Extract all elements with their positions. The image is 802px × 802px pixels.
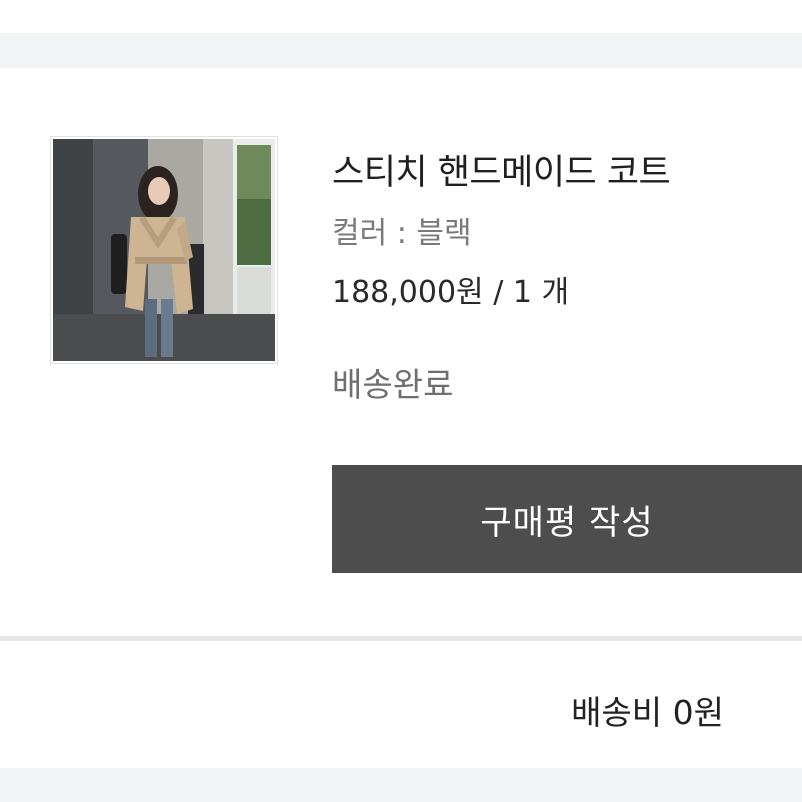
product-price-quantity: 188,000원 / 1 개 — [332, 275, 570, 310]
top-strip — [0, 0, 802, 33]
order-status: 배송완료 — [332, 365, 454, 404]
product-photo — [53, 139, 275, 361]
shipping-fee-label: 배송비 0원 — [571, 693, 724, 732]
product-title[interactable]: 스티치 핸드메이드 코트 — [332, 144, 671, 195]
product-option: 컬러 : 블랙 — [332, 216, 472, 251]
product-thumbnail[interactable] — [50, 136, 278, 364]
write-review-button[interactable]: 구매평 작성 — [332, 465, 802, 573]
